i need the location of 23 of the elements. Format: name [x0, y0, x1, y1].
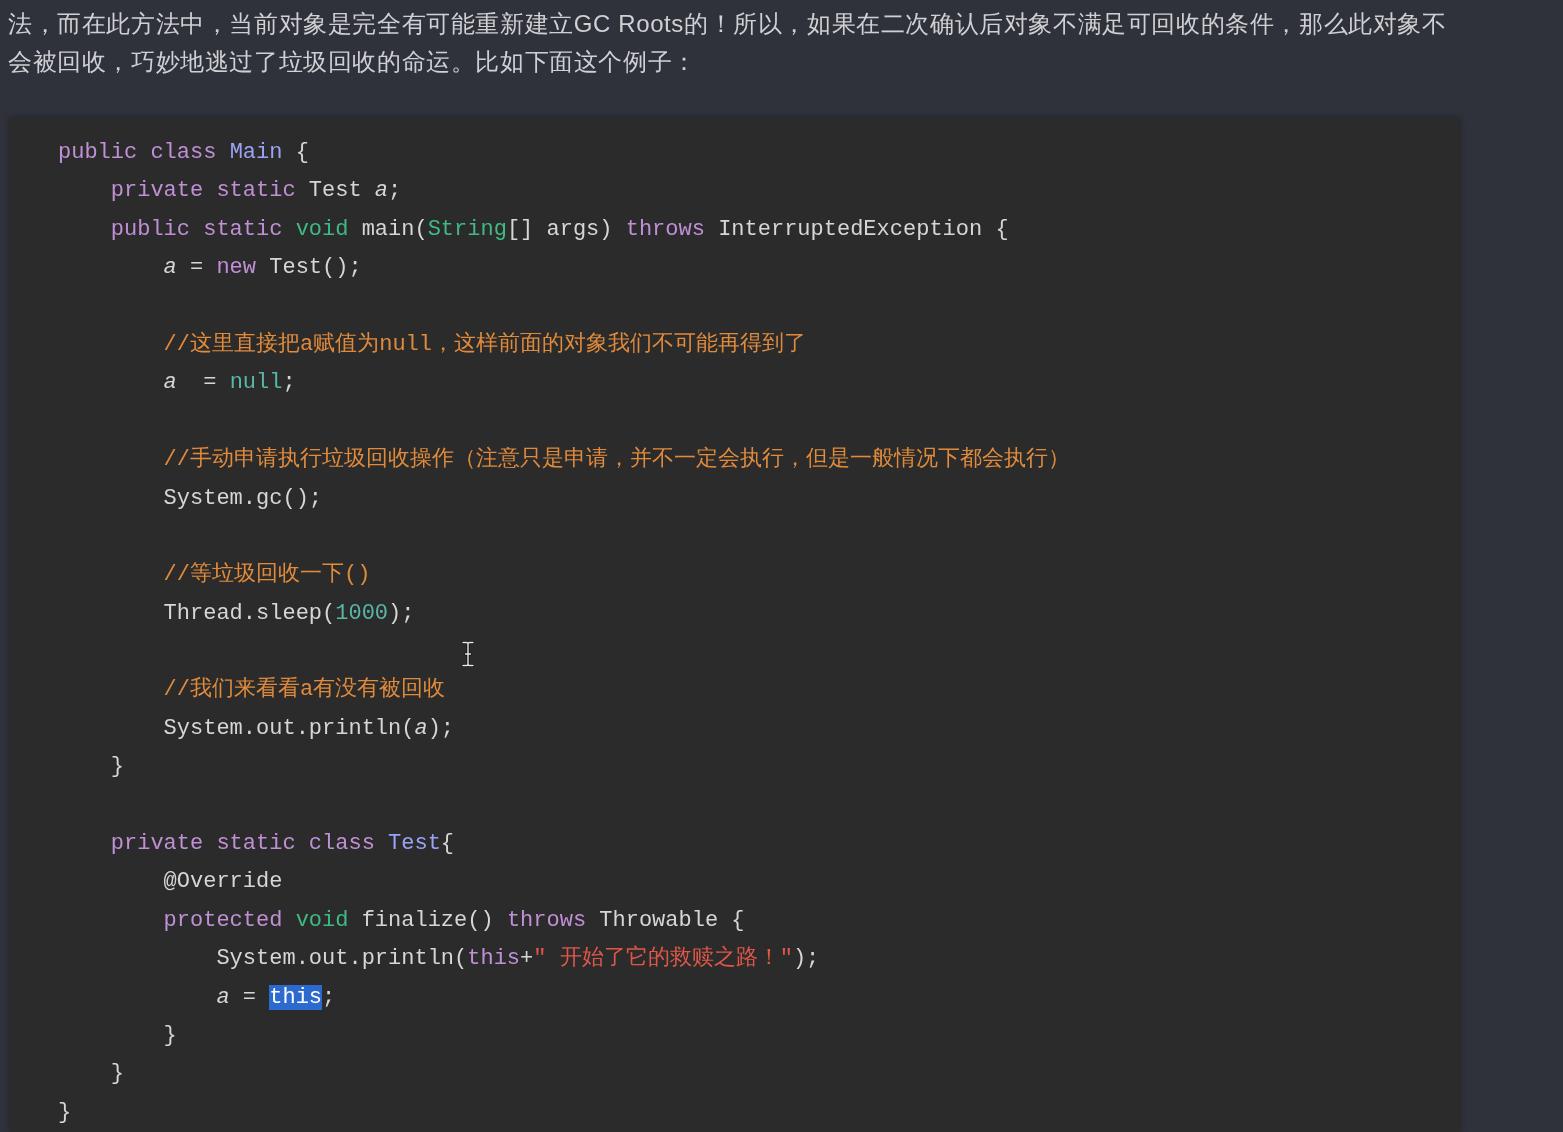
code-line: System.out.println(this+" 开始了它的救赎之路！"); [216, 944, 820, 974]
code-line: protected void finalize() throws Throwable { [163, 906, 745, 935]
code-line: } [110, 1060, 124, 1089]
code-line: a = null; [163, 369, 296, 398]
code-line: Thread.sleep(1000); [163, 599, 415, 628]
code-line: } [58, 1098, 72, 1127]
code-line: } [163, 1022, 177, 1050]
code-line: public static void main(String[] args) throws InterruptedException { [110, 215, 1009, 244]
code-line: private static Test a; [110, 177, 402, 206]
code-line: System.out.println(a); [163, 714, 455, 743]
text-cursor-icon [462, 641, 474, 667]
paragraph-text: 法，而在此方法中，当前对象是完全有可能重新建立GC Roots的！所以，如果在二次确认后对象不满足可回收的条件，那么此对象不 会被回收，巧妙地逃过了垃圾回收的命运。比如下面这个例子： [8, 9, 1447, 77]
code-line: @Override [163, 868, 283, 897]
code-line: a = new Test(); [163, 254, 362, 283]
code-line: //手动申请执行垃圾回收操作（注意只是申请，并不一定会执行，但是一般情况下都会执行） [163, 445, 1070, 475]
code-line: //这里直接把a赋值为null，这样前面的对象我们不可能再得到了 [163, 330, 807, 359]
code-line: System.gc(); [163, 484, 323, 513]
code-line: public class Main { [58, 139, 309, 167]
code-line: //等垃圾回收一下() [163, 561, 371, 590]
code-line: a = this; [216, 983, 336, 1012]
code-line: //我们来看看a有没有被回收 [163, 676, 446, 705]
code-line: private static class Test{ [110, 830, 455, 859]
code-line: } [110, 753, 124, 782]
